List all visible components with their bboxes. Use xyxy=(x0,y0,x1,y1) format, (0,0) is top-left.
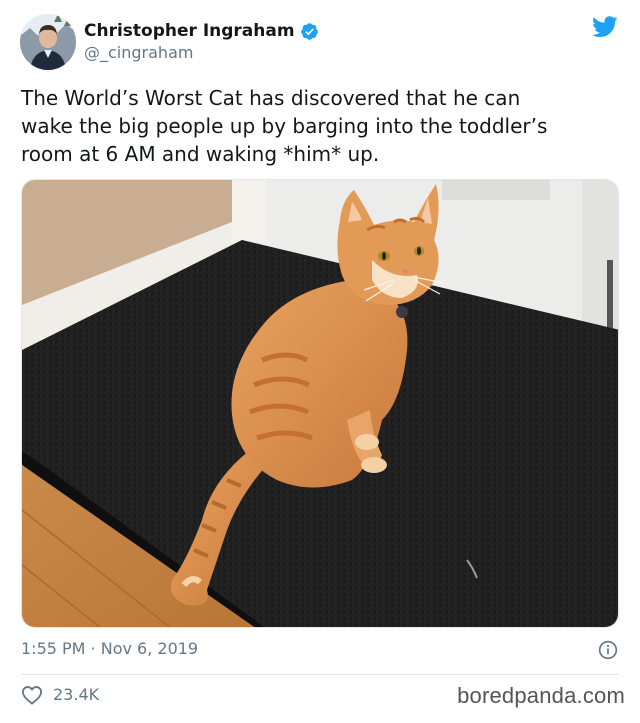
like-button[interactable]: 23.4K xyxy=(21,684,99,706)
author-name-row[interactable]: Christopher Ingraham xyxy=(84,20,319,42)
like-count: 23.4K xyxy=(53,685,100,704)
info-icon[interactable] xyxy=(598,640,618,660)
tweet-photo[interactable] xyxy=(21,179,619,628)
watermark: boredpanda.com xyxy=(457,683,625,708)
cat-on-doormat-image xyxy=(22,180,618,627)
divider xyxy=(21,674,619,675)
twitter-bird-icon[interactable] xyxy=(592,16,618,38)
avatar[interactable] xyxy=(20,14,76,70)
tweet-card: Christopher Ingraham @_cingraham The Wor… xyxy=(0,0,640,723)
author-block: Christopher Ingraham @_cingraham xyxy=(84,20,319,63)
tweet-timestamp[interactable]: 1:55 PM · Nov 6, 2019 xyxy=(21,638,198,660)
verified-badge-icon xyxy=(300,22,318,40)
author-handle[interactable]: @_cingraham xyxy=(84,43,319,63)
tweet-text: The World’s Worst Cat has discovered tha… xyxy=(21,86,548,166)
heart-icon xyxy=(21,686,43,705)
author-display-name[interactable]: Christopher Ingraham xyxy=(84,20,295,42)
avatar-image xyxy=(20,14,76,70)
